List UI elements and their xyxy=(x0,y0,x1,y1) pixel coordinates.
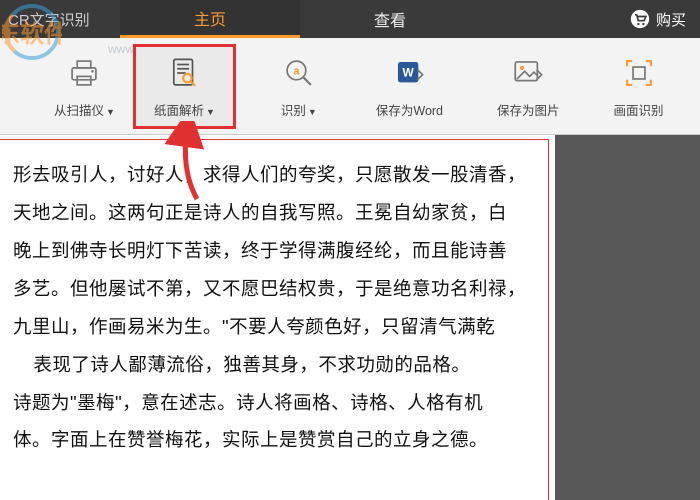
doc-line: 九里山，作画易米为生。"不要人夸颜色好，只留清气满乾 xyxy=(13,308,530,346)
doc-line: 形去吸引人，讨好人，求得人们的夸奖，只愿散发一股清香， xyxy=(13,156,530,194)
cart-icon xyxy=(630,9,650,29)
area-ocr-label: 画面识别 xyxy=(614,100,664,119)
tab-home[interactable]: 主页 xyxy=(120,0,300,38)
app-name-label: CR文字识别 xyxy=(0,0,120,38)
doc-line: 晚上到佛寺长明灯下苦读，终于学得满腹经纶，而且能诗善 xyxy=(13,232,530,270)
save-word-button[interactable]: W 保存为Word xyxy=(358,44,461,129)
content-area: 形去吸引人，讨好人，求得人们的夸奖，只愿散发一股清香， 天地之间。这两句正是诗人… xyxy=(0,135,700,500)
save-word-label: 保存为Word xyxy=(376,100,443,119)
svg-text:W: W xyxy=(403,65,415,79)
document-pane[interactable]: 形去吸引人，讨好人，求得人们的夸奖，只愿散发一股清香， 天地之间。这两句正是诗人… xyxy=(0,135,555,500)
area-ocr-button[interactable]: 画面识别 xyxy=(596,44,682,129)
toolbar: www.pc0359.cn 从扫描仪▼ 纸面解析▼ a 识别▼ W 保存为Wor… xyxy=(0,38,700,135)
scan-label: 从扫描仪▼ xyxy=(54,100,115,119)
area-icon xyxy=(620,54,658,92)
doc-line: 诗题为"墨梅"，意在述志。诗人将画格、诗格、人格有机 xyxy=(13,384,530,422)
magnify-a-icon: a xyxy=(280,54,318,92)
recognize-button[interactable]: a 识别▼ xyxy=(262,44,336,129)
analyze-button[interactable]: 纸面解析▼ xyxy=(133,44,236,129)
recognize-label: 识别▼ xyxy=(281,100,317,119)
save-image-button[interactable]: 保存为图片 xyxy=(479,44,578,129)
printer-icon xyxy=(65,54,103,92)
scan-button[interactable]: 从扫描仪▼ xyxy=(36,44,133,129)
buy-button[interactable]: 购买 xyxy=(616,0,700,38)
document-text: 形去吸引人，讨好人，求得人们的夸奖，只愿散发一股清香， 天地之间。这两句正是诗人… xyxy=(13,156,530,459)
word-icon: W xyxy=(390,54,428,92)
image-icon xyxy=(509,54,547,92)
analyze-label: 纸面解析▼ xyxy=(154,100,215,119)
svg-text:a: a xyxy=(293,65,300,77)
doc-line: 体。字面上在赞誉梅花，实际上是赞赏自己的立身之德。 xyxy=(13,421,530,459)
page-analyze-icon xyxy=(165,54,203,92)
selection-frame: 形去吸引人，讨好人，求得人们的夸奖，只愿散发一股清香， 天地之间。这两句正是诗人… xyxy=(0,139,549,500)
top-bar: CR文字识别 主页 查看 购买 xyxy=(0,0,700,38)
save-image-label: 保存为图片 xyxy=(497,100,560,119)
doc-line: 表现了诗人鄙薄流俗，独善其身，不求功勋的品格。 xyxy=(13,346,530,384)
buy-label: 购买 xyxy=(656,9,686,30)
tab-view[interactable]: 查看 xyxy=(300,0,480,38)
doc-line: 多艺。但他屡试不第，又不愿巴结权贵，于是绝意功名利禄， xyxy=(13,270,530,308)
side-pane xyxy=(555,135,700,500)
doc-line: 天地之间。这两句正是诗人的自我写照。王冕自幼家贫，白 xyxy=(13,194,530,232)
